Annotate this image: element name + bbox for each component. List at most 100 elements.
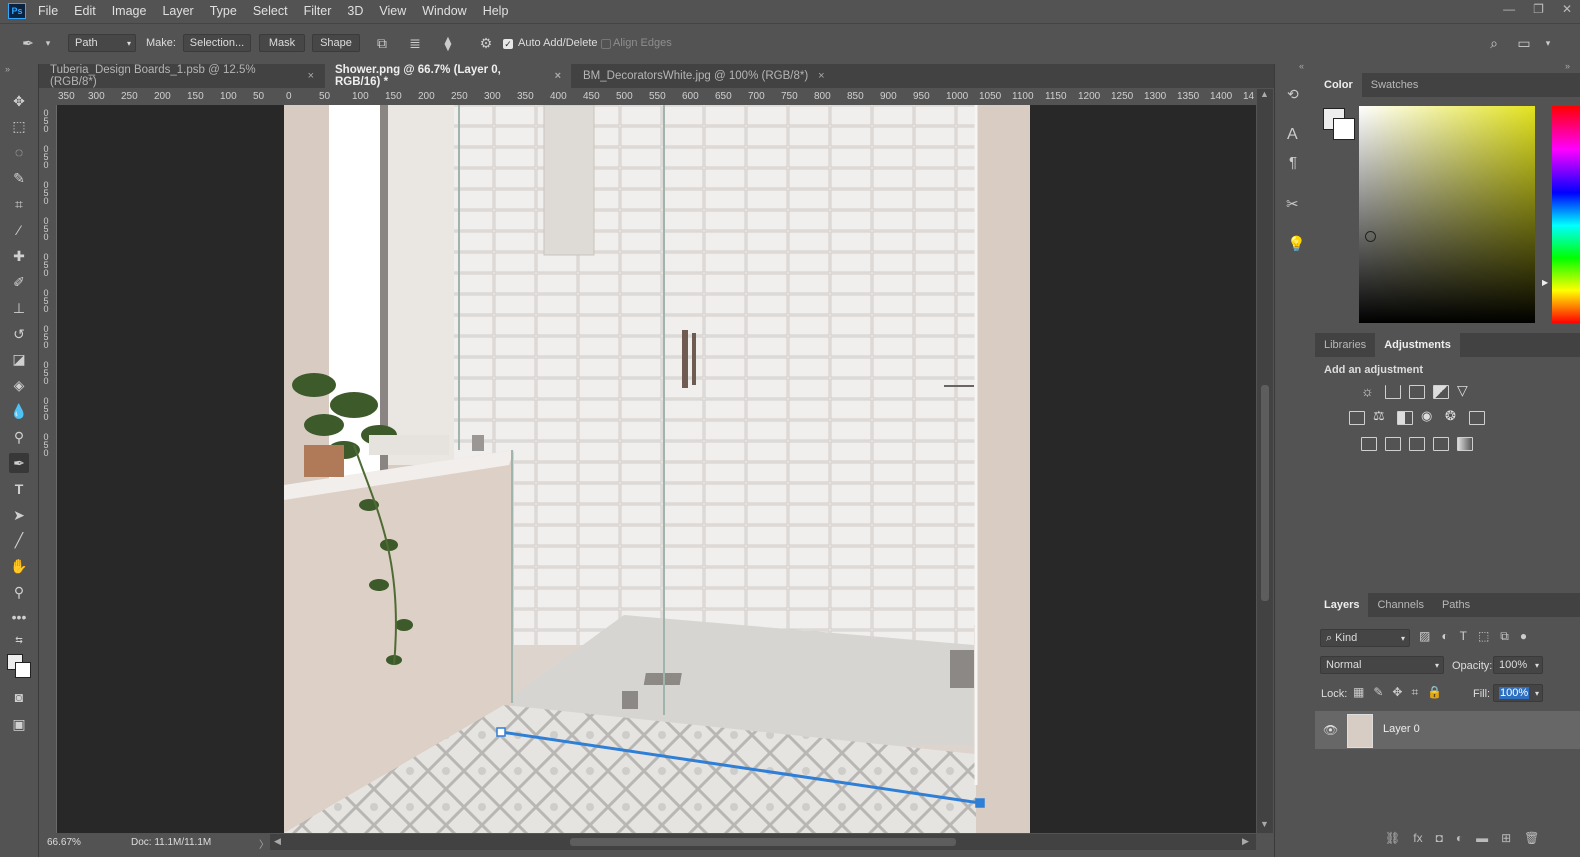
chevron-down-icon[interactable]: ▾ [40, 35, 56, 51]
pen-tool-preset-icon[interactable]: ✒ [20, 35, 36, 51]
tab-color[interactable]: Color [1315, 73, 1362, 97]
levels-icon[interactable] [1385, 385, 1401, 399]
hand-tool-icon[interactable]: ✋ [9, 556, 29, 576]
anchor-point[interactable] [975, 798, 985, 808]
workspace-icon[interactable]: ▭ [1516, 35, 1532, 51]
brightness-contrast-icon[interactable]: ☼ [1361, 383, 1374, 399]
menu-window[interactable]: Window [422, 4, 466, 18]
eye-visibility-icon[interactable]: 👁 [1323, 723, 1338, 737]
horizontal-ruler[interactable]: 350 300 250 200 150 100 50 0 50 100 150 … [57, 89, 1256, 106]
tab-adjustments[interactable]: Adjustments [1375, 333, 1460, 357]
tab-layers[interactable]: Layers [1315, 593, 1369, 617]
horizontal-scroll-thumb[interactable] [570, 838, 956, 846]
path-operations-icon[interactable]: ⧉ [374, 35, 390, 51]
background-color-swatch[interactable] [1333, 118, 1355, 140]
lock-position-icon[interactable]: ✥ [1392, 685, 1402, 700]
anchor-point[interactable] [496, 727, 506, 737]
zoom-level[interactable]: 66.67% [47, 837, 81, 848]
history-panel-icon[interactable]: ⟲ [1287, 86, 1299, 103]
pen-tool-icon[interactable]: ✒ [9, 453, 29, 473]
menu-image[interactable]: Image [112, 4, 147, 18]
collapse-icon[interactable]: « [1299, 61, 1304, 71]
path-arrangement-icon[interactable]: ⧫ [440, 35, 456, 51]
scroll-up-icon[interactable]: ▲ [1260, 89, 1269, 99]
vertical-scroll-thumb[interactable] [1261, 385, 1269, 601]
move-tool-icon[interactable]: ✥ [9, 91, 29, 111]
tab-libraries[interactable]: Libraries [1315, 333, 1375, 357]
healing-brush-tool-icon[interactable]: ✚ [9, 246, 29, 266]
chevron-down-icon[interactable]: ▾ [1540, 35, 1556, 51]
clone-stamp-tool-icon[interactable]: ⊥ [9, 298, 29, 318]
menu-select[interactable]: Select [253, 4, 288, 18]
smart-object-filter-icon[interactable]: ⧉ [1500, 629, 1509, 644]
menu-layer[interactable]: Layer [162, 4, 193, 18]
menu-3d[interactable]: 3D [347, 4, 363, 18]
gear-icon[interactable]: ⚙ [478, 35, 494, 51]
make-mask-button[interactable]: Mask [259, 34, 305, 52]
brush-tool-icon[interactable]: ✐ [9, 272, 29, 292]
adjustment-filter-icon[interactable]: ◐ [1441, 629, 1448, 644]
blend-mode-select[interactable]: Normal ▾ [1320, 656, 1444, 674]
curves-icon[interactable] [1409, 385, 1425, 399]
tab-bm-decorators-white[interactable]: BM_DecoratorsWhite.jpg @ 100% (RGB/8*) × [573, 64, 843, 88]
hue-slider-handle-icon[interactable]: ▶ [1542, 278, 1548, 287]
blur-tool-icon[interactable]: 💧 [9, 401, 29, 421]
paint-bucket-tool-icon[interactable]: ◈ [9, 375, 29, 395]
menu-file[interactable]: File [38, 4, 58, 18]
gradient-map-icon[interactable] [1457, 437, 1473, 451]
color-lookup-icon[interactable] [1469, 411, 1485, 425]
line-tool-icon[interactable]: ╱ [9, 530, 29, 550]
type-tool-icon[interactable]: T [9, 479, 29, 499]
status-menu-icon[interactable]: 〉 [259, 836, 269, 851]
collapse-icon[interactable]: » [5, 64, 10, 74]
menu-filter[interactable]: Filter [304, 4, 332, 18]
swap-colors-icon[interactable]: ⇆ [9, 630, 29, 650]
hue-saturation-icon[interactable] [1349, 411, 1365, 425]
shape-filter-icon[interactable]: ⬚ [1478, 629, 1489, 644]
channel-mixer-icon[interactable]: ❂ [1445, 408, 1456, 424]
menu-view[interactable]: View [379, 4, 406, 18]
scroll-down-icon[interactable]: ▼ [1260, 819, 1269, 829]
lock-all-icon[interactable]: 🔒 [1427, 685, 1442, 700]
new-adjustment-layer-icon[interactable]: ◐ [1456, 831, 1463, 845]
path-alignment-icon[interactable]: ≣ [407, 35, 423, 51]
learn-panel-icon[interactable]: 💡 [1287, 235, 1306, 253]
black-white-icon[interactable] [1397, 411, 1413, 425]
dodge-tool-icon[interactable]: ⚲ [9, 427, 29, 447]
menu-edit[interactable]: Edit [74, 4, 96, 18]
color-picker-cursor[interactable] [1365, 231, 1376, 242]
new-layer-icon[interactable]: ⊞ [1501, 831, 1511, 845]
horizontal-scrollbar[interactable]: ◀ ▶ [270, 834, 1256, 850]
hue-slider[interactable] [1552, 106, 1580, 323]
screen-mode-icon[interactable]: ▣ [9, 714, 29, 734]
crop-tool-icon[interactable]: ⌗ [9, 194, 29, 214]
history-brush-tool-icon[interactable]: ↺ [9, 324, 29, 344]
lock-transparent-icon[interactable]: ▦ [1353, 685, 1364, 700]
scroll-left-icon[interactable]: ◀ [274, 836, 281, 847]
layer-style-icon[interactable]: fx [1413, 831, 1422, 845]
lock-artboard-icon[interactable]: ⌗ [1411, 685, 1418, 700]
close-icon[interactable]: × [818, 70, 824, 82]
tool-presets-icon[interactable]: ✂ [1286, 195, 1299, 213]
add-mask-icon[interactable]: ◘ [1436, 831, 1443, 845]
make-shape-button[interactable]: Shape [312, 34, 360, 52]
restore-button[interactable]: ❐ [1533, 2, 1544, 16]
path-selection-tool-icon[interactable]: ➤ [9, 505, 29, 525]
vibrance-icon[interactable]: ▽ [1457, 382, 1468, 399]
zoom-tool-icon[interactable]: ⚲ [9, 582, 29, 602]
fill-field[interactable]: 100% ▾ [1493, 684, 1543, 702]
layer-row[interactable]: 👁 Layer 0 [1315, 711, 1580, 749]
color-saturation-field[interactable] [1359, 106, 1535, 323]
type-filter-icon[interactable]: T [1460, 629, 1467, 644]
link-layers-icon[interactable]: ⛓ [1385, 831, 1400, 845]
close-icon[interactable]: × [555, 70, 561, 82]
search-icon[interactable]: ⌕ [1486, 35, 1502, 51]
document-image[interactable] [284, 105, 1030, 833]
lock-image-icon[interactable]: ✎ [1373, 685, 1383, 700]
tab-channels[interactable]: Channels [1368, 593, 1432, 617]
collapse-icon[interactable]: » [1565, 61, 1570, 71]
photo-filter-icon[interactable]: ◉ [1421, 408, 1432, 424]
exposure-icon[interactable] [1433, 385, 1449, 399]
opacity-field[interactable]: 100% ▾ [1493, 656, 1543, 674]
close-icon[interactable]: × [308, 70, 314, 82]
